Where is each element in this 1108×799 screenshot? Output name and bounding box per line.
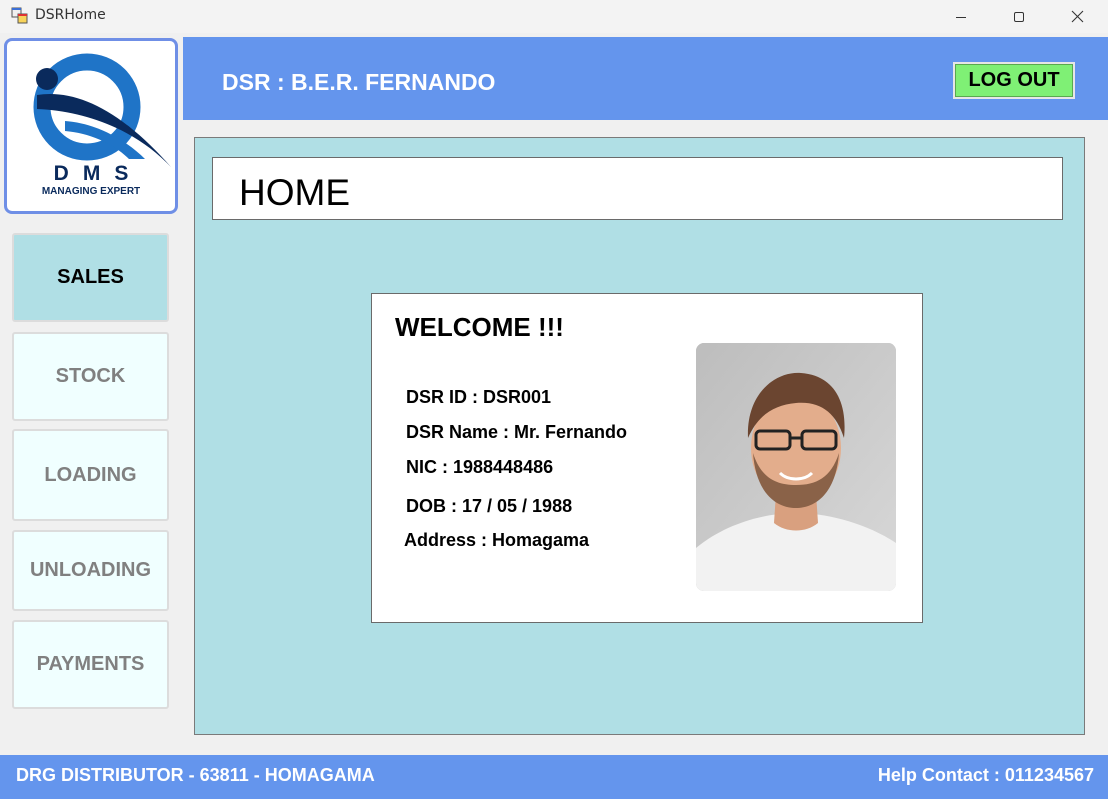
logout-button[interactable]: LOG OUT [953, 62, 1075, 99]
minimize-button[interactable] [932, 0, 990, 33]
dsr-user-label: DSR : B.E.R. FERNANDO [222, 69, 496, 95]
logo-tagline: MANAGING EXPERT [41, 186, 141, 197]
logo-name: DMS [53, 162, 143, 185]
help-contact: Help Contact : 011234567 [877, 765, 1094, 785]
welcome-title: WELCOME !!! [395, 312, 564, 342]
title-bar[interactable]: DSRHome [0, 0, 1108, 33]
window-title: DSRHome [35, 7, 106, 23]
app-icon [11, 7, 28, 24]
main-panel: HOME WELCOME !!! DSR ID : DSR001 DSR Nam… [194, 137, 1085, 735]
minimize-icon [956, 16, 966, 18]
maximize-button[interactable] [990, 0, 1048, 33]
dsr-id-label: DSR ID : DSR001 [406, 387, 552, 407]
nav-unloading-button[interactable]: UNLOADING [12, 530, 169, 611]
nic-label: NIC : 1988448486 [406, 457, 554, 477]
footer-bar: DRG DISTRIBUTOR - 63811 - HOMAGAMA Help … [0, 755, 1108, 799]
nav-payments-button[interactable]: PAYMENTS [12, 620, 169, 709]
nav-sales-button[interactable]: SALES [12, 233, 169, 322]
header-bar: DSR : B.E.R. FERNANDO LOG OUT [183, 37, 1108, 120]
logo-panel: DMS MANAGING EXPERT [4, 38, 178, 214]
maximize-icon [1014, 11, 1024, 22]
close-button[interactable] [1048, 0, 1106, 33]
distributor-info: DRG DISTRIBUTOR - 63811 - HOMAGAMA [16, 765, 375, 785]
nav-loading-button[interactable]: LOADING [12, 429, 169, 521]
address-label: Address : Homagama [404, 530, 590, 550]
page-title-box: HOME [212, 157, 1063, 220]
dms-logo-icon [33, 53, 171, 167]
dob-label: DOB : 17 / 05 / 1988 [406, 496, 573, 516]
profile-photo [696, 343, 896, 591]
welcome-card: WELCOME !!! DSR ID : DSR001 DSR Name : M… [371, 293, 923, 623]
page-title: HOME [239, 172, 350, 213]
dsr-name-label: DSR Name : Mr. Fernando [406, 422, 628, 442]
close-icon [1071, 10, 1083, 23]
nav-stock-button[interactable]: STOCK [12, 332, 169, 421]
